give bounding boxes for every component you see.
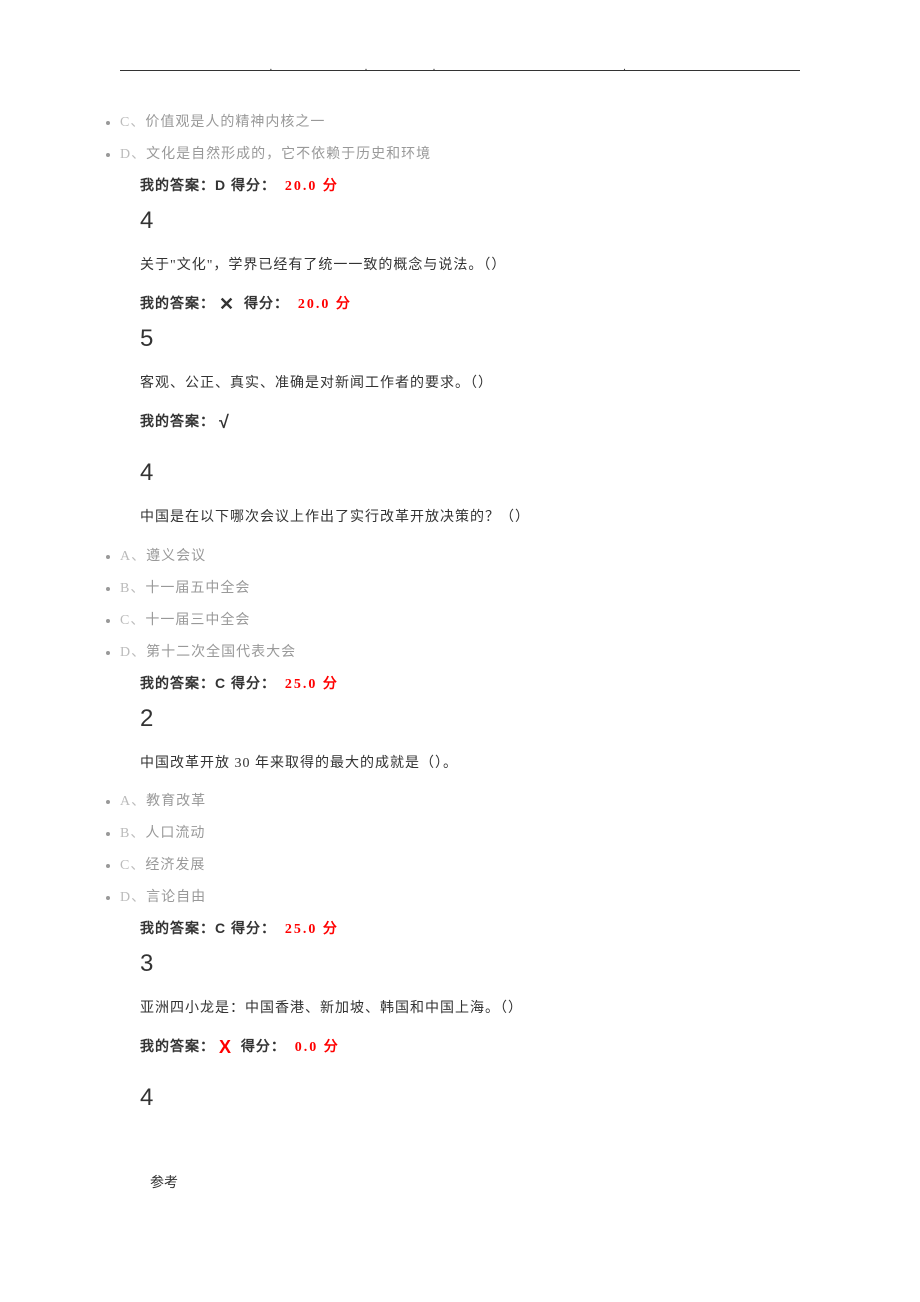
option-label: A、	[120, 549, 146, 564]
answer-prefix: 我的答案：	[140, 675, 215, 691]
my-answer: 我的答案：C 得分： 25.0 分	[140, 673, 820, 693]
score-value: 25.0 分	[285, 922, 339, 937]
score-label: 得分：	[244, 295, 289, 311]
option-label: A、	[120, 794, 146, 809]
answer-key: D	[215, 177, 226, 193]
option-label: D、	[120, 645, 146, 660]
option-item: D、第十二次全国代表大会	[120, 641, 820, 661]
answer-prefix: 我的答案：	[140, 295, 215, 311]
score-label: 得分：	[231, 675, 276, 691]
answer-prefix: 我的答案：	[140, 177, 215, 193]
score-label: 得分：	[231, 177, 276, 193]
score-label: 得分：	[241, 1038, 286, 1054]
option-list-1: C、价值观是人的精神内核之一 D、文化是自然形成的，它不依赖于历史和环境	[100, 111, 820, 163]
option-item: C、经济发展	[120, 854, 820, 874]
page-container: . . . . C、价值观是人的精神内核之一 D、文化是自然形成的，它不依赖于历…	[0, 0, 920, 1232]
option-item: D、言论自由	[120, 886, 820, 906]
option-item: B、十一届五中全会	[120, 577, 820, 597]
option-label: D、	[120, 147, 146, 162]
option-item: D、文化是自然形成的，它不依赖于历史和环境	[120, 143, 820, 163]
header-dot: .	[270, 62, 273, 73]
answer-prefix: 我的答案：	[140, 413, 215, 429]
check-icon: √	[219, 412, 230, 432]
my-answer: 我的答案：X 得分： 0.0 分	[140, 1035, 820, 1056]
option-label: D、	[120, 890, 146, 905]
question-number: 5	[140, 325, 820, 353]
question-text: 中国是在以下哪次会议上作出了实行改革开放决策的？（）	[140, 505, 820, 530]
question-number: 4	[140, 1084, 820, 1112]
option-list-2: A、遵义会议 B、十一届五中全会 C、十一届三中全会 D、第十二次全国代表大会	[100, 545, 820, 661]
option-text: 十一届三中全会	[145, 613, 250, 628]
question-text: 客观、公正、真实、准确是对新闻工作者的要求。（）	[140, 371, 820, 396]
question-text: 亚洲四小龙是：中国香港、新加坡、韩国和中国上海。（）	[140, 996, 820, 1021]
option-item: B、人口流动	[120, 822, 820, 842]
option-text: 遵义会议	[146, 549, 206, 564]
header-dot: .	[433, 62, 436, 73]
option-label: C、	[120, 613, 145, 628]
option-label: C、	[120, 858, 145, 873]
question-number: 3	[140, 950, 820, 978]
option-text: 十一届五中全会	[145, 581, 250, 596]
option-item: C、十一届三中全会	[120, 609, 820, 629]
answer-key: C	[215, 920, 226, 936]
option-label: B、	[120, 826, 145, 841]
score-value: 25.0 分	[285, 677, 339, 692]
my-answer: 我的答案：✕ 得分： 20.0 分	[140, 292, 820, 313]
option-label: C、	[120, 115, 145, 130]
score-value: 0.0 分	[295, 1040, 340, 1055]
question-text: 关于"文化"，学界已经有了统一一致的概念与说法。（）	[140, 253, 820, 278]
score-value: 20.0 分	[285, 179, 339, 194]
my-answer: 我的答案：C 得分： 25.0 分	[140, 918, 820, 938]
option-text: 价值观是人的精神内核之一	[145, 115, 325, 130]
question-number: 4	[140, 459, 820, 487]
cross-icon: X	[219, 1037, 232, 1057]
cross-icon: ✕	[219, 294, 235, 314]
option-list-3: A、教育改革 B、人口流动 C、经济发展 D、言论自由	[100, 790, 820, 906]
option-text: 经济发展	[145, 858, 205, 873]
option-item: C、价值观是人的精神内核之一	[120, 111, 820, 131]
option-item: A、教育改革	[120, 790, 820, 810]
my-answer: 我的答案：D 得分： 20.0 分	[140, 175, 820, 195]
option-item: A、遵义会议	[120, 545, 820, 565]
option-text: 言论自由	[146, 890, 206, 905]
score-value: 20.0 分	[298, 297, 352, 312]
option-label: B、	[120, 581, 145, 596]
question-text: 中国改革开放 30 年来取得的最大的成就是（）。	[140, 751, 820, 776]
answer-key: C	[215, 675, 226, 691]
option-text: 第十二次全国代表大会	[146, 645, 296, 660]
header-dot: .	[365, 62, 368, 73]
header-dot: .	[623, 62, 626, 73]
my-answer: 我的答案：√	[140, 410, 820, 431]
header-rule: . . . .	[120, 60, 800, 71]
footer-reference: 参考	[150, 1172, 820, 1192]
question-number: 4	[140, 207, 820, 235]
answer-prefix: 我的答案：	[140, 1038, 215, 1054]
option-text: 教育改革	[146, 794, 206, 809]
option-text: 人口流动	[145, 826, 205, 841]
answer-prefix: 我的答案：	[140, 920, 215, 936]
question-number: 2	[140, 705, 820, 733]
option-text: 文化是自然形成的，它不依赖于历史和环境	[146, 147, 431, 162]
score-label: 得分：	[231, 920, 276, 936]
